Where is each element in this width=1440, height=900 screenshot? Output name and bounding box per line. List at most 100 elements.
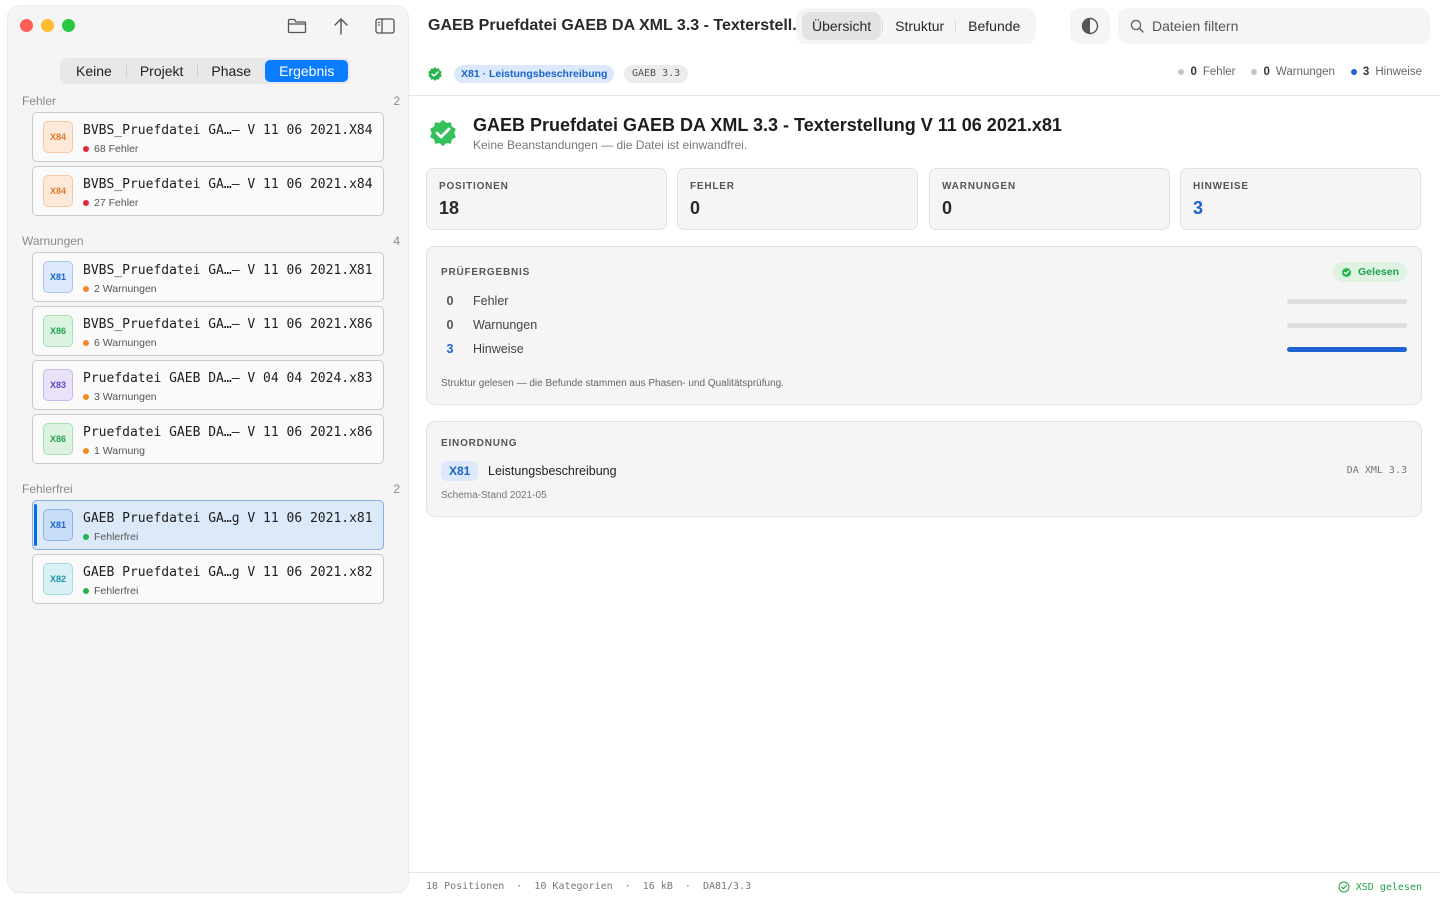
file-name: Pruefdatei GAEB DA…– V 11 06 2021.x86 [83,425,373,440]
tab-struktur[interactable]: Struktur [882,12,954,40]
file-type-badge: X86 [43,423,73,455]
file-status-text: Fehlerfrei [94,585,139,597]
file-status: 27 Fehler [83,197,138,209]
appearance-toggle-button[interactable] [1070,8,1110,44]
stat-value: 3 [1193,198,1204,218]
result-count: 0 [446,318,454,332]
grouping-tab-keine[interactable]: Keine [62,60,126,82]
count-value: 0 [1190,66,1197,78]
result-row-warnungen: 0 Warnungen [441,316,1407,334]
file-item[interactable]: X84 BVBS_Pruefdatei GA…– V 11 06 2021.x8… [32,166,384,216]
minimize-window-button[interactable] [41,19,54,32]
stat-value: 0 [942,198,953,218]
tab-uebersicht[interactable]: Übersicht [802,12,882,40]
file-type-chip: X81 · Leistungsbeschreibung [454,65,615,83]
file-status-text: 1 Warnung [94,445,145,457]
file-status: Fehlerfrei [83,585,138,597]
sidebar-toggle-icon[interactable] [374,16,396,36]
count-value: 3 [1362,66,1370,78]
file-stats: 18 Positionen · 10 Kategorien · 16 kB · … [426,881,752,892]
file-name: BVBS_Pruefdatei GA…– V 11 06 2021.X86 [83,317,373,332]
close-window-button[interactable] [20,19,33,32]
result-count: 3 [446,342,454,356]
panel-label: PRÜFERGEBNIS [441,267,531,278]
group-count: 4 [393,234,400,248]
result-row-fehler: 0 Fehler [441,292,1407,310]
file-status: 2 Warnungen [83,283,157,295]
result-bar [1287,323,1407,328]
file-info-bar: X81 · Leistungsbeschreibung GAEB 3.3 0 Fe… [408,52,1440,96]
folder-icon[interactable] [286,16,308,36]
stat-card-fehler: FEHLER 0 [677,168,918,230]
status-bar: 18 Positionen · 10 Kategorien · 16 kB · … [408,872,1440,900]
file-status-text: 3 Warnungen [94,391,157,403]
result-bar [1287,299,1407,304]
file-subtitle: Keine Beanstandungen — die Datei ist ein… [473,138,748,152]
upload-arrow-icon[interactable] [330,16,352,36]
file-status: 6 Warnungen [83,337,157,349]
file-type-badge: X84 [43,121,73,153]
grouping-tab-phase[interactable]: Phase [197,60,265,82]
file-type-badge: X84 [43,175,73,207]
stat-label: FEHLER [690,181,735,192]
group-count: 2 [393,482,400,496]
file-status: 68 Fehler [83,143,138,155]
count-label: Warnungen [1275,66,1335,78]
zoom-window-button[interactable] [62,19,75,32]
search-box [1118,8,1430,44]
file-name: GAEB Pruefdatei GA…g V 11 06 2021.x82 [83,565,373,580]
file-status-text: 68 Fehler [94,143,139,155]
result-name: Hinweise [473,342,524,356]
xsd-status: XSD gelesen [1338,881,1422,893]
stat-card-warnungen: WARNUNGEN 0 [929,168,1170,230]
file-item[interactable]: X84 BVBS_Pruefdatei GA…– V 11 06 2021.X8… [32,112,384,162]
error-dot-icon [83,146,89,152]
window-controls [20,19,75,32]
file-item[interactable]: X81 BVBS_Pruefdatei GA…– V 11 06 2021.X8… [32,252,384,302]
file-name: GAEB Pruefdatei GA…g V 11 06 2021.x81 [83,511,373,526]
result-count: 0 [446,294,454,308]
count-fehler: 0 Fehler [1178,66,1235,78]
file-status-text: 2 Warnungen [94,283,157,295]
error-dot-icon [83,200,89,206]
grouping-tab-ergebnis[interactable]: Ergebnis [265,60,349,82]
grouping-segmented-control: Keine Projekt Phase Ergebnis [60,58,351,84]
file-item-selected[interactable]: X81 GAEB Pruefdatei GA…g V 11 06 2021.x8… [32,500,384,550]
count-label: Fehler [1202,66,1236,78]
stat-value: 18 [439,198,460,218]
file-item[interactable]: X86 BVBS_Pruefdatei GA…– V 11 06 2021.X8… [32,306,384,356]
file-name: Pruefdatei GAEB DA…– V 04 04 2024.x83 [83,371,373,386]
stat-label: HINWEISE [1193,181,1249,192]
result-row-hinweise: 3 Hinweise [441,340,1407,358]
status-badge: Gelesen [1333,262,1407,282]
search-icon [1130,19,1144,33]
check-circle-icon [1338,881,1350,893]
group-header-fehlerfrei: Fehlerfrei 2 [22,482,400,496]
result-name: Fehler [473,294,509,308]
window-title: GAEB Pruefdatei GAEB DA XML 3.3 - Texter… [428,17,806,34]
classification-panel: EINORDNUNG X81 Leistungsbeschreibung DA … [426,421,1422,517]
file-type-badge: X83 [43,369,73,401]
result-note: Struktur gelesen — die Befunde stammen a… [441,378,784,389]
file-status: 3 Warnungen [83,391,157,403]
status-dot-icon [1251,69,1258,75]
count-value: 0 [1263,66,1270,78]
file-title: GAEB Pruefdatei GAEB DA XML 3.3 - Texter… [473,115,1062,135]
result-bar [1287,347,1407,352]
file-status-text: 6 Warnungen [94,337,157,349]
grouping-tab-projekt[interactable]: Projekt [125,60,198,82]
stat-value: 0 [690,198,701,218]
group-label: Warnungen [22,234,84,248]
view-tabs: Übersicht Struktur Befunde [796,8,1037,44]
file-item[interactable]: X83 Pruefdatei GAEB DA…– V 04 04 2024.x8… [32,360,384,410]
file-type-badge: X86 [43,315,73,347]
version-chip: GAEB 3.3 [624,65,689,83]
xsd-status-text: XSD gelesen [1355,881,1422,893]
search-input[interactable] [1152,18,1412,34]
warning-dot-icon [83,286,89,292]
file-item[interactable]: X82 GAEB Pruefdatei GA…g V 11 06 2021.x8… [32,554,384,604]
tab-befunde[interactable]: Befunde [955,12,1030,40]
stat-label: WARNUNGEN [942,181,1016,192]
type-chip: X81 [441,461,479,481]
file-item[interactable]: X86 Pruefdatei GAEB DA…– V 11 06 2021.x8… [32,414,384,464]
